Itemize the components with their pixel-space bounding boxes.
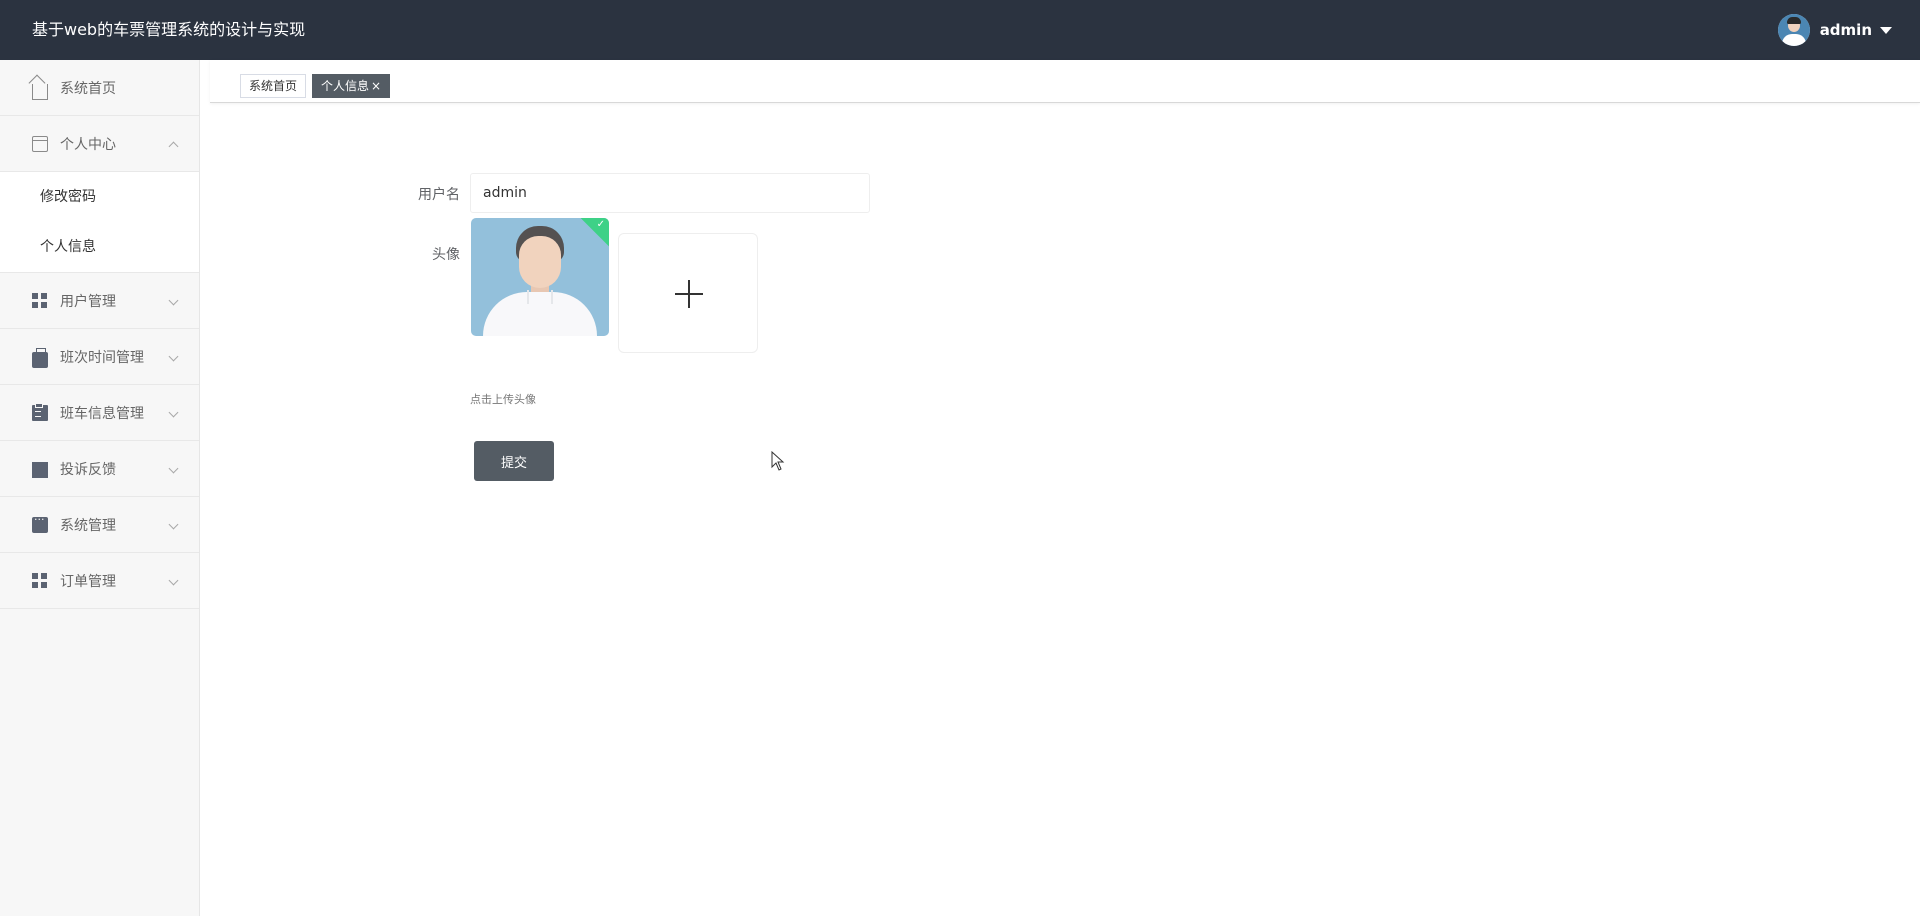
chevron-down-icon — [168, 519, 179, 530]
username-label: 用户名 — [418, 187, 460, 203]
sidebar: 系统首页 个人中心 修改密码 个人信息 用户管理 班次时间管理 班车信息管理 投… — [0, 60, 200, 916]
briefcase-icon — [32, 347, 48, 368]
card-icon — [32, 135, 48, 152]
chevron-down-icon — [168, 575, 179, 586]
avatar-preview[interactable]: ✓ — [471, 218, 609, 336]
close-icon[interactable]: × — [371, 79, 381, 93]
clipboard-icon — [32, 402, 48, 421]
chat-icon — [32, 513, 48, 533]
sidebar-item-personal-center[interactable]: 个人中心 — [0, 116, 199, 172]
submit-button[interactable]: 提交 — [474, 441, 554, 481]
top-header: 基于web的车票管理系统的设计与实现 admin — [0, 0, 1920, 60]
upload-tip: 点击上传头像 — [470, 393, 536, 406]
avatar-label: 头像 — [432, 247, 460, 263]
sidebar-item-bus-info-management[interactable]: 班车信息管理 — [0, 385, 199, 441]
tab-label: 个人信息 — [321, 79, 370, 93]
sidebar-item-home[interactable]: 系统首页 — [0, 60, 199, 116]
sidebar-item-user-management[interactable]: 用户管理 — [0, 273, 199, 329]
grid-icon — [32, 572, 48, 589]
user-name: admin — [1819, 21, 1872, 39]
chevron-up-icon — [168, 141, 179, 152]
user-avatar — [1777, 14, 1810, 46]
sidebar-item-schedule-management[interactable]: 班次时间管理 — [0, 329, 199, 385]
sidebar-item-label: 班车信息管理 — [60, 405, 144, 422]
chevron-down-icon — [168, 463, 179, 474]
sidebar-item-label: 投诉反馈 — [60, 461, 116, 478]
submenu-personal-center: 修改密码 个人信息 — [0, 172, 199, 273]
app-title: 基于web的车票管理系统的设计与实现 — [32, 20, 306, 39]
user-menu[interactable]: admin — [1777, 13, 1892, 47]
sidebar-subitem-change-password[interactable]: 修改密码 — [0, 172, 199, 222]
tab-home[interactable]: 系统首页 — [240, 74, 307, 98]
monitor-icon — [32, 461, 48, 478]
sidebar-item-label: 订单管理 — [60, 573, 116, 590]
tab-personal-info[interactable]: 个人信息 × — [312, 74, 391, 98]
sidebar-item-complaints[interactable]: 投诉反馈 — [0, 441, 199, 497]
home-icon — [32, 83, 48, 100]
username-field[interactable]: admin — [470, 173, 870, 213]
sidebar-item-order-management[interactable]: 订单管理 — [0, 553, 199, 609]
chevron-down-icon — [168, 407, 179, 418]
avatar-upload-button[interactable] — [618, 233, 758, 353]
sidebar-item-label: 用户管理 — [60, 293, 116, 310]
sidebar-item-label: 系统首页 — [60, 80, 116, 97]
chevron-down-icon — [168, 295, 179, 306]
tabs-bar: 系统首页 个人信息 × — [210, 60, 1920, 103]
sidebar-item-label: 班次时间管理 — [60, 349, 144, 366]
profile-form: 用户名 admin 头像 ✓ 点击上传头像 提交 — [200, 104, 1920, 916]
chevron-down-icon — [168, 351, 179, 362]
sidebar-item-label: 系统管理 — [60, 517, 116, 534]
caret-down-icon — [1880, 26, 1892, 34]
sidebar-item-system-management[interactable]: 系统管理 — [0, 497, 199, 553]
sidebar-item-label: 个人中心 — [60, 136, 116, 153]
tab-label: 系统首页 — [249, 79, 298, 93]
sidebar-subitem-personal-info[interactable]: 个人信息 — [0, 222, 199, 272]
grid-icon — [32, 292, 48, 309]
